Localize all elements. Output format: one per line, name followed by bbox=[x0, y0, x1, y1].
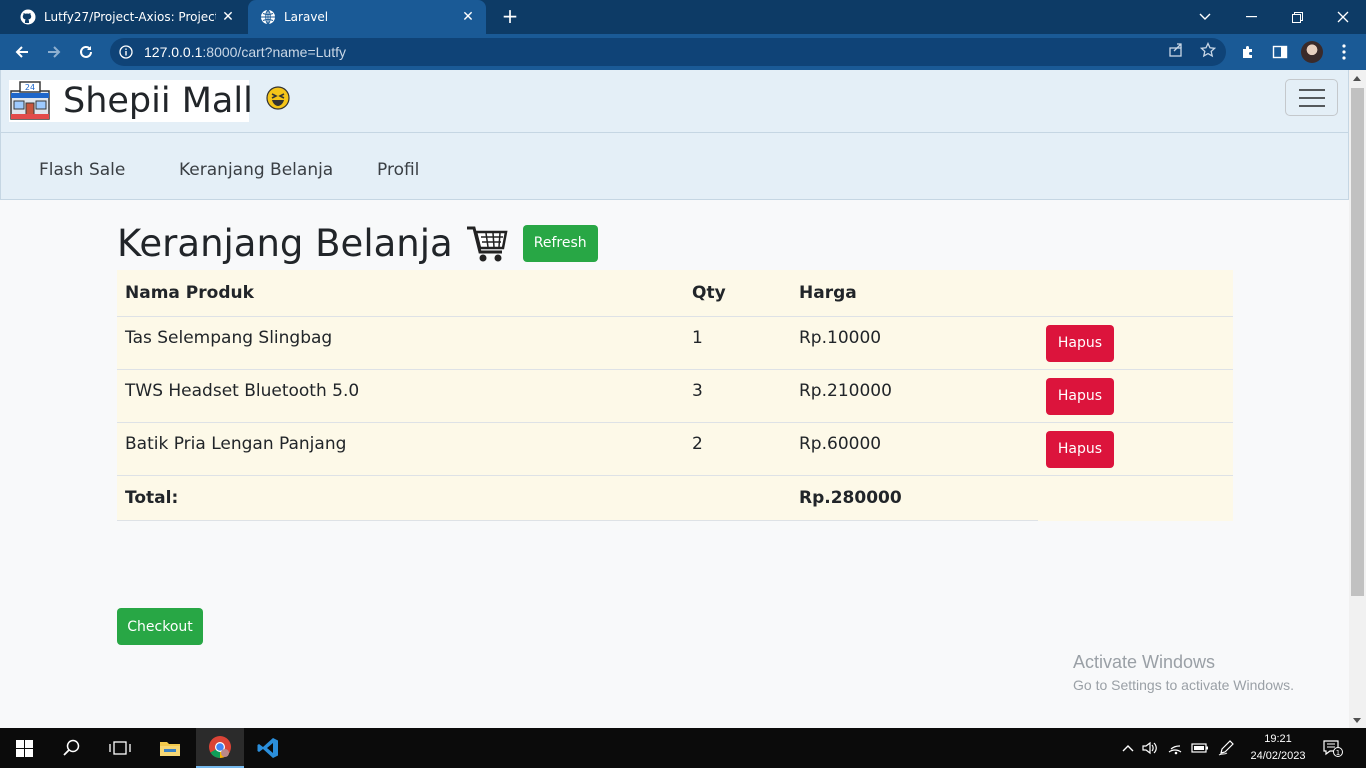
site-info-icon[interactable] bbox=[118, 44, 134, 60]
activate-windows-watermark: Activate Windows Go to Settings to activ… bbox=[1073, 652, 1294, 693]
product-name: TWS Headset Bluetooth 5.0 bbox=[117, 368, 684, 422]
browser-toolbar: 127.0.0.1:8000/cart?name=Lutfy bbox=[0, 34, 1366, 70]
brand[interactable]: 24 Shepii Mall bbox=[9, 80, 253, 122]
scroll-down-arrow-icon[interactable] bbox=[1353, 718, 1361, 723]
heading-row: Keranjang Belanja Refresh bbox=[117, 220, 598, 266]
total-label: Total: bbox=[117, 474, 684, 521]
page-viewport: 24 Shepii Mall Flash Sale Keranjang Bela… bbox=[0, 70, 1349, 728]
address-bar[interactable]: 127.0.0.1:8000/cart?name=Lutfy bbox=[110, 38, 1226, 66]
navbar-divider bbox=[1, 132, 1349, 133]
page-scrollbar[interactable] bbox=[1349, 70, 1366, 728]
product-price: Rp.210000 bbox=[791, 368, 1038, 422]
product-qty: 3 bbox=[684, 368, 791, 422]
action-cell: Hapus bbox=[1038, 368, 1233, 422]
file-explorer-icon[interactable] bbox=[146, 728, 194, 768]
delete-button[interactable]: Hapus bbox=[1046, 377, 1114, 415]
clock-date: 24/02/2023 bbox=[1250, 750, 1306, 762]
column-header-name: Nama Produk bbox=[125, 282, 254, 303]
navbar-toggler-button[interactable] bbox=[1285, 79, 1338, 116]
reload-icon[interactable] bbox=[74, 40, 98, 64]
minimize-icon[interactable] bbox=[1228, 0, 1274, 34]
svg-text:24: 24 bbox=[25, 83, 35, 92]
back-icon[interactable] bbox=[10, 40, 34, 64]
table-row: TWS Headset Bluetooth 5.0 3 Rp.210000 Ha… bbox=[117, 368, 1233, 422]
extensions-icon[interactable] bbox=[1237, 41, 1259, 63]
vscode-icon[interactable] bbox=[244, 728, 292, 768]
product-price: Rp.10000 bbox=[791, 315, 1038, 369]
side-panel-icon[interactable] bbox=[1269, 41, 1291, 63]
share-icon[interactable] bbox=[1166, 40, 1186, 60]
page-title: Keranjang Belanja bbox=[117, 221, 453, 265]
tab-close-icon[interactable]: ✕ bbox=[456, 9, 480, 25]
tab-close-icon[interactable]: ✕ bbox=[216, 9, 240, 25]
site-navbar: 24 Shepii Mall Flash Sale Keranjang Bela… bbox=[0, 70, 1349, 200]
pen-icon[interactable] bbox=[1216, 738, 1236, 758]
delete-button[interactable]: Hapus bbox=[1046, 430, 1114, 468]
scrollbar-thumb[interactable] bbox=[1351, 88, 1364, 596]
browser-tab-github[interactable]: Lutfy27/Project-Axios: Project Axios ✕ bbox=[8, 0, 246, 34]
github-icon bbox=[20, 9, 36, 25]
laughing-face-icon bbox=[266, 86, 290, 110]
browser-tab-laravel[interactable]: Laravel ✕ bbox=[248, 0, 486, 34]
product-qty: 2 bbox=[684, 421, 791, 475]
tab-search-icon[interactable] bbox=[1182, 0, 1228, 34]
notification-center-icon[interactable]: 1 bbox=[1323, 738, 1343, 758]
profile-avatar[interactable] bbox=[1301, 41, 1323, 63]
show-hidden-icons-icon[interactable] bbox=[1118, 738, 1138, 758]
volume-icon[interactable] bbox=[1140, 738, 1160, 758]
action-cell: Hapus bbox=[1038, 421, 1233, 475]
browser-titlebar: Lutfy27/Project-Axios: Project Axios ✕ L… bbox=[0, 0, 1366, 34]
refresh-button[interactable]: Refresh bbox=[522, 224, 598, 262]
nav-link-keranjang-belanja[interactable]: Keranjang Belanja bbox=[179, 160, 333, 180]
windows-start-icon[interactable] bbox=[0, 728, 48, 768]
search-icon[interactable] bbox=[48, 728, 96, 768]
new-tab-icon[interactable]: + bbox=[498, 5, 522, 29]
cart-table: Nama Produk Qty Harga Tas Selempang Slin… bbox=[117, 270, 1233, 521]
close-icon[interactable] bbox=[1320, 0, 1366, 34]
column-header-action bbox=[1038, 270, 1233, 316]
forward-icon[interactable] bbox=[42, 40, 66, 64]
product-name: Tas Selempang Slingbag bbox=[117, 315, 684, 369]
shopping-cart-icon bbox=[466, 226, 508, 262]
bookmark-star-icon[interactable] bbox=[1198, 40, 1218, 60]
table-row: Tas Selempang Slingbag 1 Rp.10000 Hapus bbox=[117, 315, 1233, 369]
task-view-icon[interactable] bbox=[96, 728, 144, 768]
clock-time: 19:21 bbox=[1264, 733, 1292, 745]
nav-link-profil[interactable]: Profil bbox=[377, 160, 419, 180]
taskbar: 19:21 24/02/2023 1 bbox=[0, 728, 1366, 768]
tab-title: Lutfy27/Project-Axios: Project Axios bbox=[44, 10, 216, 24]
restore-icon[interactable] bbox=[1274, 0, 1320, 34]
svg-text:1: 1 bbox=[1336, 749, 1340, 757]
nav-link-flash-sale[interactable]: Flash Sale bbox=[39, 160, 125, 180]
url-text: 127.0.0.1:8000/cart?name=Lutfy bbox=[144, 44, 346, 60]
watermark-subtitle: Go to Settings to activate Windows. bbox=[1073, 677, 1294, 693]
table-header-row: Nama Produk Qty Harga bbox=[117, 270, 1233, 316]
product-name: Batik Pria Lengan Panjang bbox=[117, 421, 684, 475]
battery-icon[interactable] bbox=[1190, 738, 1210, 758]
action-cell: Hapus bbox=[1038, 315, 1233, 369]
column-header-qty: Qty bbox=[692, 282, 726, 303]
delete-button[interactable]: Hapus bbox=[1046, 324, 1114, 362]
tab-title: Laravel bbox=[284, 10, 329, 24]
total-action-empty bbox=[1038, 474, 1233, 520]
total-value: Rp.280000 bbox=[791, 474, 1038, 521]
wifi-icon[interactable] bbox=[1165, 738, 1185, 758]
total-row: Total: Rp.280000 bbox=[117, 474, 1233, 521]
scroll-up-arrow-icon[interactable] bbox=[1353, 76, 1361, 81]
browser-menu-icon[interactable] bbox=[1333, 41, 1355, 63]
column-header-price: Harga bbox=[799, 282, 857, 303]
table-row: Batik Pria Lengan Panjang 2 Rp.60000 Hap… bbox=[117, 421, 1233, 475]
product-price: Rp.60000 bbox=[791, 421, 1038, 475]
convenience-store-icon: 24 bbox=[9, 80, 51, 122]
product-qty: 1 bbox=[684, 315, 791, 369]
chrome-taskbar-icon[interactable] bbox=[196, 728, 244, 768]
watermark-title: Activate Windows bbox=[1073, 652, 1216, 672]
hamburger-icon bbox=[1298, 88, 1325, 91]
globe-icon bbox=[260, 9, 276, 25]
total-qty-empty bbox=[684, 474, 791, 521]
checkout-button[interactable]: Checkout bbox=[117, 608, 203, 645]
brand-name: Shepii Mall bbox=[63, 81, 253, 121]
system-clock[interactable]: 19:21 24/02/2023 bbox=[1248, 731, 1308, 765]
